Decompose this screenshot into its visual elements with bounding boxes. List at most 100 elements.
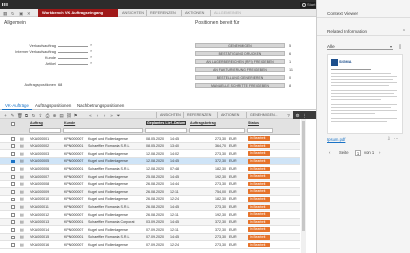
cell-auftrag[interactable]: VKA000010	[30, 197, 49, 201]
settings-icon[interactable]: ⚙	[295, 113, 300, 118]
table-row[interactable]: ▤ VKA000002 KPN000001 Schaeffler Romania S.…	[0, 142, 300, 151]
column-header-kunde[interactable]: Kunde	[64, 121, 75, 125]
grid-toolbar-overflow[interactable]: ⚙ ⋮	[293, 111, 316, 119]
cell-auftrag[interactable]: VKA000015	[30, 235, 49, 239]
table-row[interactable]: ▤ VKA000009 KPN000007 Kugel und Rollenlager…	[0, 188, 300, 196]
table-row[interactable]: ▤ VKA000003 KPN000007 Kugel und Rollenlager…	[0, 150, 300, 158]
row-checkbox[interactable]	[11, 197, 15, 202]
row-checkbox[interactable]	[11, 212, 15, 217]
filter-auftrag-input[interactable]	[29, 128, 61, 133]
related-info-filter-select[interactable]: Alle ▾	[327, 43, 393, 50]
document-icon[interactable]: ▤	[20, 166, 24, 171]
row-checkbox[interactable]	[11, 182, 15, 187]
document-icon[interactable]: ▤	[20, 227, 24, 232]
cell-auftrag[interactable]: VKA000005	[30, 159, 49, 163]
export-icon[interactable]: ⇪	[38, 113, 43, 118]
row-checkbox[interactable]	[11, 159, 15, 164]
document-icon[interactable]: ▤	[20, 242, 24, 247]
artikel-input[interactable]	[58, 61, 88, 65]
cell-auftrag[interactable]: VKA000013	[30, 220, 49, 224]
row-checkbox[interactable]	[11, 174, 15, 179]
edit-icon[interactable]: ✎	[10, 113, 15, 118]
interner-verkaufsauftrag-input[interactable]	[58, 49, 88, 53]
table-row[interactable]: ▤ VKA000011 KPN000007 Schaeffler Romania S.…	[0, 203, 300, 211]
grid-scrollbar[interactable]	[301, 119, 306, 253]
table-row[interactable]: ▤ VKA000015 KPN000001 Schaeffler Romania S.…	[0, 233, 300, 242]
tab-vk-auftraege[interactable]: VK-Aufträge	[2, 102, 32, 110]
document-icon[interactable]: ▤	[20, 174, 24, 179]
document-icon[interactable]: ▤	[20, 235, 24, 239]
row-checkbox[interactable]	[11, 151, 15, 156]
cell-auftrag[interactable]: VKA000011	[30, 205, 49, 209]
column-header-auftrag[interactable]: Auftrag	[30, 121, 43, 125]
verkaufsauftrag-input[interactable]	[58, 43, 88, 47]
bestellung-generieren-button[interactable]: BESTELLUNG GENERIEREN	[195, 75, 285, 81]
filter-status-input[interactable]	[247, 128, 273, 133]
close-icon[interactable]: ✕	[27, 11, 31, 17]
lookup-icon[interactable]: ⌕	[90, 61, 94, 65]
tab-nachbetrungspositionen[interactable]: Nachbetrungspositionen	[74, 102, 127, 110]
grid-genehmigen-menu[interactable]: GENEHMIGEN...	[250, 111, 278, 119]
next-page-icon[interactable]: ›	[102, 113, 107, 118]
copy-icon[interactable]: ⧉	[24, 113, 29, 118]
document-icon[interactable]: ▤	[20, 197, 24, 201]
table-row[interactable]: ▤ VKA000014 KPN000007 Kugel und Rollenlager…	[0, 226, 300, 234]
fakturierung-freigeben-button[interactable]: AN FAKTURIERUNG FREIGEBEN	[195, 67, 285, 73]
page-number-input[interactable]: 1	[355, 150, 361, 156]
refresh-icon[interactable]: ↻	[11, 11, 15, 17]
cell-auftrag[interactable]: VKA000008	[30, 182, 49, 186]
ansichten-menu[interactable]: ANSICHTEN	[122, 9, 144, 17]
row-checkbox[interactable]	[11, 227, 15, 232]
delete-icon[interactable]: 🗑	[17, 113, 23, 118]
genehmigen-button[interactable]: GENEHMIGEN	[195, 43, 285, 49]
cell-auftrag[interactable]: VKA000009	[30, 190, 49, 194]
document-icon[interactable]: ▤	[20, 151, 24, 156]
column-header-lief-datum[interactable]: Geplantes Lief.-Datum	[146, 121, 187, 125]
grid-view-icon[interactable]: ▦	[3, 11, 7, 17]
row-checkbox[interactable]	[11, 144, 15, 149]
document-icon[interactable]: ▤	[20, 182, 24, 186]
lookup-icon[interactable]: ⌕	[90, 49, 94, 53]
table-row[interactable]: ▤ VKA000006 KPN000001 Schaeffler Romania S.…	[0, 165, 300, 173]
scrollbar-thumb[interactable]	[302, 121, 305, 231]
table-row[interactable]: ▤ VKA000007 KPN000007 Kugel und Rollenlager…	[0, 173, 300, 181]
document-icon[interactable]: ▤	[20, 189, 24, 194]
download-icon[interactable]: ⇩	[387, 136, 391, 142]
kunde-input[interactable]	[58, 55, 88, 59]
table-row[interactable]: ▤ VKA000016 KPN000007 Kugel und Rollenlager…	[0, 241, 300, 249]
print-icon[interactable]: ⎙	[45, 113, 50, 118]
cell-auftrag[interactable]: VKA000001	[30, 137, 49, 141]
row-checkbox[interactable]	[11, 243, 15, 247]
document-icon[interactable]: ▤	[20, 144, 24, 148]
last-page-icon[interactable]: »	[109, 113, 114, 118]
cell-auftrag[interactable]: VKA000003	[30, 152, 49, 156]
table-row[interactable]: ▤ VKA000013 KPN000001 Schaeffler Romania Co…	[0, 218, 300, 227]
link-icon[interactable]: ⛓	[66, 113, 72, 118]
cell-auftrag[interactable]: VKA000016	[30, 243, 49, 247]
bestaetigung-drucken-button[interactable]: BESTÄTIGUNG DRUCKEN	[195, 51, 285, 57]
cell-auftrag[interactable]: VKA000006	[30, 167, 49, 171]
next-page-icon[interactable]: ›	[379, 149, 380, 157]
manuelle-schritte-button[interactable]: MANUELLE SCHRITTE FREIGEBEN	[195, 83, 285, 89]
document-icon[interactable]: ▤	[20, 220, 24, 224]
filter-betrag-input[interactable]	[189, 128, 245, 133]
grid-ansichten-menu[interactable]: ANSICHTEN	[160, 111, 181, 119]
row-checkbox[interactable]	[11, 220, 15, 225]
grid-aktionen-menu[interactable]: AKTIONEN	[221, 111, 239, 119]
cell-auftrag[interactable]: VKA000014	[30, 228, 49, 232]
table-row[interactable]: ▤ VKA000012 KPN000007 Kugel und Rollenlager…	[0, 211, 300, 219]
referenzen-menu[interactable]: REFERENZEN	[150, 9, 176, 17]
more-icon[interactable]: ⋮	[302, 113, 307, 118]
document-icon[interactable]: ▤	[20, 136, 24, 141]
refresh-icon[interactable]: ↻	[31, 113, 36, 118]
document-icon[interactable]: ▤	[20, 159, 24, 163]
new-icon[interactable]: +	[3, 113, 8, 118]
cell-auftrag[interactable]: VKA000002	[30, 144, 49, 148]
prev-page-icon[interactable]: ‹	[329, 149, 330, 157]
grid-referenzen-menu[interactable]: REFERENZEN	[187, 111, 211, 119]
document-icon[interactable]: ▤	[20, 212, 24, 217]
table-row[interactable]: ▤ VKA000001 KPN000007 Kugel und Rollenlager…	[0, 135, 300, 143]
column-header-auftragsbetrag[interactable]: Auftragsbetrag	[190, 121, 216, 125]
filter-icon[interactable]: ⏷	[116, 113, 121, 118]
document-preview[interactable]: SIGMA	[327, 54, 403, 134]
